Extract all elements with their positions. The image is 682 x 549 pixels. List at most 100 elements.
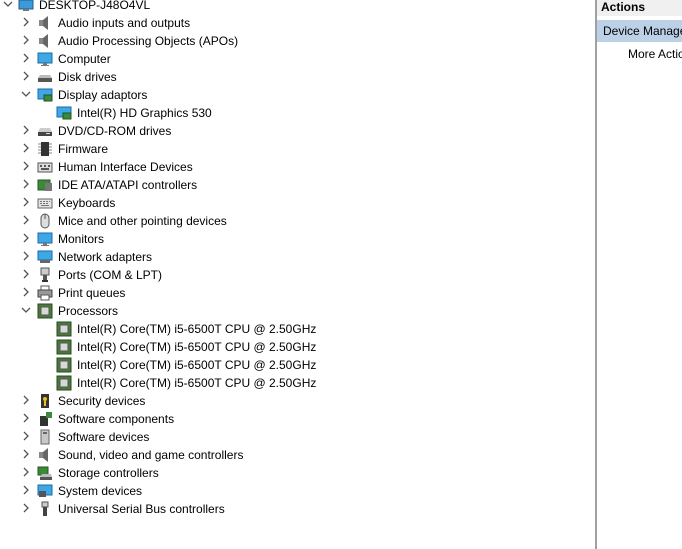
tree-node-computer[interactable]: Computer [0, 50, 300, 68]
tree-device-cpu-1[interactable]: Intel(R) Core(TM) i5-6500T CPU @ 2.50GHz [0, 338, 320, 356]
tree-node-label: Firmware [58, 142, 108, 156]
chevron-right-icon[interactable] [21, 284, 33, 302]
tree-node-usb-controllers[interactable]: Universal Serial Bus controllers [0, 500, 300, 518]
tree-node-label: Sound, video and game controllers [58, 448, 244, 462]
chevron-right-icon[interactable] [21, 14, 33, 32]
tree-device-label: Intel(R) Core(TM) i5-6500T CPU @ 2.50GHz [77, 340, 317, 354]
processor-icon [56, 357, 72, 373]
disk-drive-icon [37, 69, 53, 85]
tree-node-label: Disk drives [58, 70, 117, 84]
storage-controller-icon [37, 465, 53, 481]
tree-device-cpu-3[interactable]: Intel(R) Core(TM) i5-6500T CPU @ 2.50GHz [0, 374, 320, 392]
chevron-right-icon[interactable] [21, 464, 33, 482]
tree-device-intel-hd-graphics[interactable]: Intel(R) HD Graphics 530 [0, 104, 300, 122]
actions-section-device-manager[interactable]: Device Manager [597, 20, 682, 42]
chevron-right-icon[interactable] [21, 446, 33, 464]
monitor-icon [37, 231, 53, 247]
network-icon [37, 249, 53, 265]
tree-device-label: Intel(R) Core(TM) i5-6500T CPU @ 2.50GHz [77, 358, 317, 372]
computer-icon [18, 0, 34, 13]
tree-node-dvd-drives[interactable]: DVD/CD-ROM drives [0, 122, 300, 140]
processor-icon [37, 303, 53, 319]
speaker-icon [37, 15, 53, 31]
tree-node-hid[interactable]: Human Interface Devices [0, 158, 300, 176]
processor-icon [56, 321, 72, 337]
tree-node-storage-controllers[interactable]: Storage controllers [0, 464, 300, 482]
chevron-right-icon[interactable] [21, 32, 33, 50]
tree-node-firmware[interactable]: Firmware [0, 140, 300, 158]
chevron-right-icon[interactable] [21, 230, 33, 248]
actions-pane: Actions Device Manager More Actions [597, 0, 682, 549]
tree-node-label: Mice and other pointing devices [58, 214, 227, 228]
tree-node-label: Ports (COM & LPT) [58, 268, 163, 282]
chevron-down-icon[interactable] [3, 0, 15, 14]
tree-node-network-adapters[interactable]: Network adapters [0, 248, 300, 266]
tree-node-ide-controllers[interactable]: IDE ATA/ATAPI controllers [0, 176, 300, 194]
tree-node-keyboards[interactable]: Keyboards [0, 194, 300, 212]
tree-node-security-devices[interactable]: Security devices [0, 392, 300, 410]
tree-node-label: Processors [58, 304, 119, 318]
chevron-right-icon[interactable] [21, 176, 33, 194]
processor-icon [56, 339, 72, 355]
more-actions-link[interactable]: More Actions [628, 46, 682, 62]
speaker-icon [37, 33, 53, 49]
chevron-right-icon[interactable] [21, 482, 33, 500]
chevron-right-icon[interactable] [21, 428, 33, 446]
tree-node-label: Computer [58, 52, 111, 66]
tree-node-label: Display adaptors [58, 88, 148, 102]
tree-node-processors[interactable]: Processors [0, 302, 300, 320]
tree-node-label: Monitors [58, 232, 105, 246]
hid-icon [37, 159, 53, 175]
chevron-right-icon[interactable] [21, 392, 33, 410]
tree-node-ports[interactable]: Ports (COM & LPT) [0, 266, 300, 284]
software-component-icon [37, 411, 53, 427]
chevron-right-icon[interactable] [21, 248, 33, 266]
tree-node-label: DVD/CD-ROM drives [58, 124, 172, 138]
tree-node-system-devices[interactable]: System devices [0, 482, 300, 500]
tree-node-display-adaptors[interactable]: Display adaptors [0, 86, 300, 104]
firmware-icon [37, 141, 53, 157]
port-icon [37, 267, 53, 283]
keyboard-icon [37, 195, 53, 211]
chevron-right-icon[interactable] [21, 194, 33, 212]
system-device-icon [37, 483, 53, 499]
chevron-right-icon[interactable] [21, 68, 33, 86]
tree-node-label: Software devices [58, 430, 150, 444]
tree-node-label: Storage controllers [58, 466, 159, 480]
chevron-down-icon[interactable] [21, 302, 33, 320]
tree-node-label: Audio Processing Objects (APOs) [58, 34, 239, 48]
tree-node-software-components[interactable]: Software components [0, 410, 300, 428]
tree-node-print-queues[interactable]: Print queues [0, 284, 300, 302]
tree-node-disk-drives[interactable]: Disk drives [0, 68, 300, 86]
dvd-drive-icon [37, 123, 53, 139]
tree-root[interactable]: DESKTOP-J48O4VL [0, 0, 200, 14]
tree-node-software-devices[interactable]: Software devices [0, 428, 300, 446]
tree-node-mice[interactable]: Mice and other pointing devices [0, 212, 300, 230]
mouse-icon [37, 213, 53, 229]
tree-node-monitors[interactable]: Monitors [0, 230, 300, 248]
actions-title: Actions [597, 0, 682, 16]
ide-controller-icon [37, 177, 53, 193]
tree-device-cpu-0[interactable]: Intel(R) Core(TM) i5-6500T CPU @ 2.50GHz [0, 320, 320, 338]
chevron-right-icon[interactable] [21, 140, 33, 158]
chevron-right-icon[interactable] [21, 266, 33, 284]
chevron-right-icon[interactable] [21, 500, 33, 518]
tree-node-sound-video-game[interactable]: Sound, video and game controllers [0, 446, 300, 464]
tree-node-label: Keyboards [58, 196, 116, 210]
tree-device-label: Intel(R) HD Graphics 530 [77, 106, 212, 120]
chevron-right-icon[interactable] [21, 50, 33, 68]
chevron-right-icon[interactable] [21, 410, 33, 428]
tree-node-label: Audio inputs and outputs [58, 16, 191, 30]
usb-icon [37, 501, 53, 517]
tree-node-audio-processing[interactable]: Audio Processing Objects (APOs) [0, 32, 300, 50]
tree-device-label: Intel(R) Core(TM) i5-6500T CPU @ 2.50GHz [77, 322, 317, 336]
chevron-right-icon[interactable] [21, 158, 33, 176]
chevron-right-icon[interactable] [21, 122, 33, 140]
chevron-right-icon[interactable] [21, 212, 33, 230]
chevron-down-icon[interactable] [21, 86, 33, 104]
tree-node-label: Print queues [58, 286, 126, 300]
tree-device-cpu-2[interactable]: Intel(R) Core(TM) i5-6500T CPU @ 2.50GHz [0, 356, 320, 374]
tree-node-label: Security devices [58, 394, 146, 408]
tree-device-label: Intel(R) Core(TM) i5-6500T CPU @ 2.50GHz [77, 376, 317, 390]
tree-node-audio-inputs[interactable]: Audio inputs and outputs [0, 14, 300, 32]
